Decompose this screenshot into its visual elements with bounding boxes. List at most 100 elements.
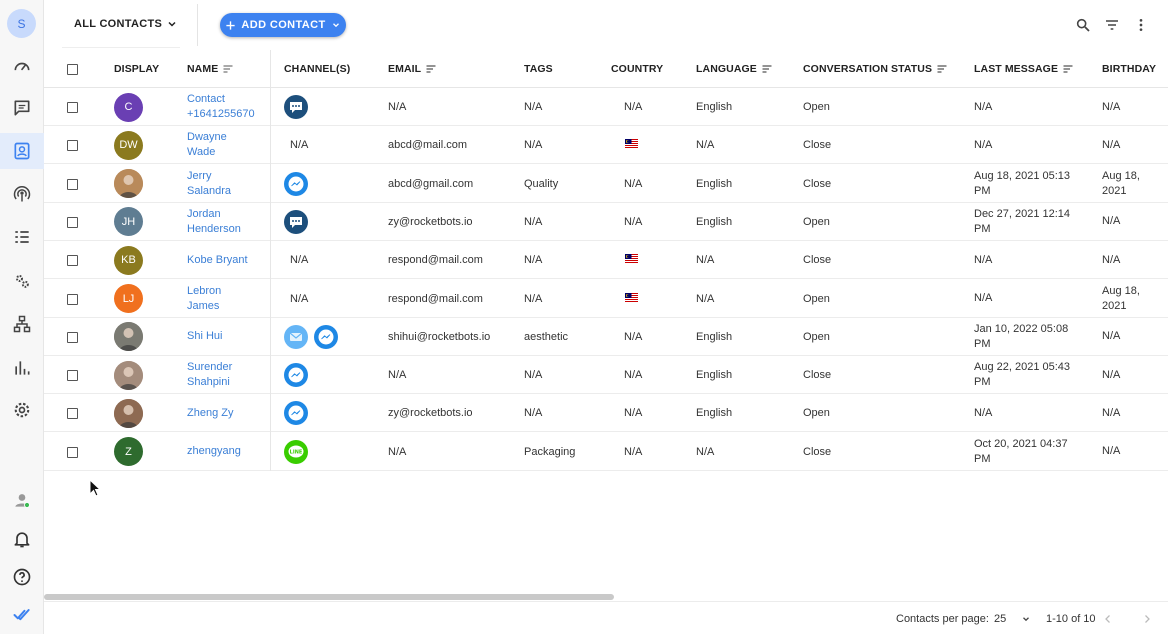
filter-lines-icon — [1106, 20, 1118, 30]
contact-name-link[interactable]: Zheng Zy — [187, 394, 267, 432]
sidebar-item-automation[interactable] — [0, 263, 44, 299]
sidebar-item-reports[interactable] — [0, 350, 44, 386]
header-language[interactable]: LANGUAGE — [696, 50, 773, 88]
avatar: LJ — [114, 284, 143, 313]
contact-name-link[interactable]: Dwayne Wade — [187, 126, 267, 164]
account-avatar[interactable]: S — [7, 9, 36, 38]
contact-filter-dropdown[interactable]: ALL CONTACTS — [62, 0, 180, 48]
channel-badge[interactable] — [284, 95, 308, 119]
channel-badge[interactable] — [284, 363, 308, 388]
contact-name: Shi Hui — [187, 330, 223, 343]
row-checkbox[interactable] — [67, 255, 78, 267]
user-status-icon — [15, 494, 30, 508]
row-checkbox[interactable] — [67, 140, 78, 152]
language-value: English — [696, 369, 733, 382]
contact-name: Contact +1641255670 — [187, 93, 255, 120]
table-row[interactable]: LJ Lebron James N/A respond@mail.com N/A N/A Op… — [44, 280, 1168, 318]
table-row[interactable]: JH Jordan Henderson zy@rocketbots.io N/A N/A E… — [44, 203, 1168, 241]
table-row[interactable]: Jerry Salandra abcd@gmail.com Quality N/A Eng… — [44, 165, 1168, 203]
row-checkbox[interactable] — [67, 446, 78, 458]
contact-name-link[interactable]: Contact +1641255670 — [187, 88, 267, 126]
tags-value: N/A — [524, 101, 543, 113]
email-value: respond@mail.com — [388, 254, 483, 267]
table-row[interactable]: C Contact +1641255670 N/A N/A N/A English Open N… — [44, 88, 1168, 126]
add-contact-button[interactable]: ADD CONTACT — [220, 13, 346, 37]
notifications-button[interactable] — [0, 521, 44, 557]
tags-value: N/A — [524, 139, 543, 152]
header-name[interactable]: NAME — [187, 50, 234, 88]
broadcast-icon — [13, 186, 31, 202]
contact-name: zhengyang — [187, 445, 241, 458]
table-row[interactable]: Zzhengyang LINE N/A Packaging N/A N/A Close Oct… — [44, 433, 1168, 471]
avatar: C — [114, 92, 143, 122]
birthday-value: N/A — [1102, 406, 1121, 419]
table-row[interactable]: Shi Hui shihui@rocketbots.io aesthetic N/A E… — [44, 318, 1168, 356]
help-icon — [13, 568, 31, 586]
row-checkbox[interactable] — [67, 408, 78, 420]
header-email[interactable]: EMAIL — [388, 50, 437, 88]
horizontal-scrollbar[interactable] — [44, 594, 614, 600]
sidebar-item-dashboard[interactable] — [0, 48, 44, 84]
contact-name: Dwayne Wade — [187, 131, 227, 159]
contact-name-link[interactable]: Jordan Henderson — [187, 203, 267, 241]
messenger-icon — [284, 401, 308, 426]
filter-button[interactable] — [1102, 15, 1122, 35]
chevron-right-icon — [1145, 614, 1150, 623]
next-page-button[interactable] — [1141, 602, 1153, 634]
header-conversation-status[interactable]: CONVERSATION STATUS — [803, 50, 948, 88]
contact-name-link[interactable]: Surender Shahpini — [187, 356, 267, 394]
user-status[interactable] — [0, 482, 44, 518]
table-row[interactable]: Surender Shahpini N/A N/A N/A English Close Aug… — [44, 356, 1168, 395]
channels-text: N/A — [290, 292, 309, 305]
sidebar-item-inbox[interactable] — [0, 90, 44, 126]
row-checkbox[interactable] — [67, 216, 78, 228]
pagination-footer: Contacts per page: 25 1-10 of 10 — [44, 601, 1168, 634]
email-value: abcd@gmail.com — [388, 177, 474, 190]
email-value: N/A — [388, 101, 407, 113]
brand-logo — [0, 597, 44, 633]
row-checkbox[interactable] — [67, 331, 78, 343]
contact-name-link[interactable]: Kobe Bryant — [187, 241, 267, 279]
header-country: COUNTRY — [611, 63, 664, 75]
channel-badge[interactable]: LINE — [284, 439, 308, 464]
birthday-value: N/A — [1102, 215, 1121, 228]
header-status-label: CONVERSATION STATUS — [803, 63, 933, 75]
malaysia-flag-icon — [625, 139, 638, 149]
channel-badge[interactable] — [284, 401, 308, 426]
contact-name-link[interactable]: Lebron James — [187, 280, 267, 318]
header-last-message[interactable]: LAST MESSAGE — [974, 50, 1074, 88]
sidebar-item-workflow[interactable] — [0, 306, 44, 342]
select-all-checkbox[interactable] — [67, 64, 78, 75]
row-checkbox[interactable] — [67, 370, 78, 382]
tags-value: N/A — [524, 407, 543, 420]
tags-value: N/A — [524, 215, 543, 228]
avatar-initials: JH — [121, 215, 136, 228]
channel-badge[interactable] — [284, 209, 308, 234]
table-row[interactable]: DW Dwayne Wade N/A abcd@mail.com N/A N/A Close N… — [44, 126, 1168, 165]
last-message-value: N/A — [974, 138, 993, 151]
table-row[interactable]: KB Kobe Bryant N/A respond@mail.com N/A N/A Cl… — [44, 241, 1168, 280]
prev-page-button[interactable] — [1102, 602, 1114, 634]
row-checkbox[interactable] — [67, 102, 78, 113]
contact-name-link[interactable]: Shi Hui — [187, 318, 267, 356]
status-value: Close — [803, 177, 832, 190]
help-button[interactable] — [0, 559, 44, 595]
more-options-button[interactable] — [1131, 15, 1151, 35]
contact-name-link[interactable]: Jerry Salandra — [187, 165, 267, 203]
hierarchy-icon — [13, 315, 31, 333]
sidebar-item-broadcast[interactable] — [0, 176, 44, 212]
row-checkbox[interactable] — [67, 178, 78, 190]
per-page-select[interactable]: 25 — [994, 602, 1031, 634]
row-checkbox[interactable] — [67, 293, 78, 305]
channel-badge[interactable] — [284, 324, 308, 349]
sidebar-item-contacts[interactable] — [0, 133, 44, 169]
sidebar-item-settings[interactable] — [0, 392, 44, 428]
search-button[interactable] — [1073, 15, 1093, 35]
channel-badge[interactable] — [314, 324, 338, 349]
sidebar-item-tasks[interactable] — [0, 219, 44, 255]
table-row[interactable]: Zheng Zy zy@rocketbots.io N/A N/A English Ope… — [44, 394, 1168, 433]
last-message-value: Oct 20, 2021 04:37 PM — [974, 437, 1068, 465]
channel-badge[interactable] — [284, 171, 308, 196]
tags-value: aesthetic — [524, 330, 569, 343]
contact-name-link[interactable]: zhengyang — [187, 433, 267, 471]
